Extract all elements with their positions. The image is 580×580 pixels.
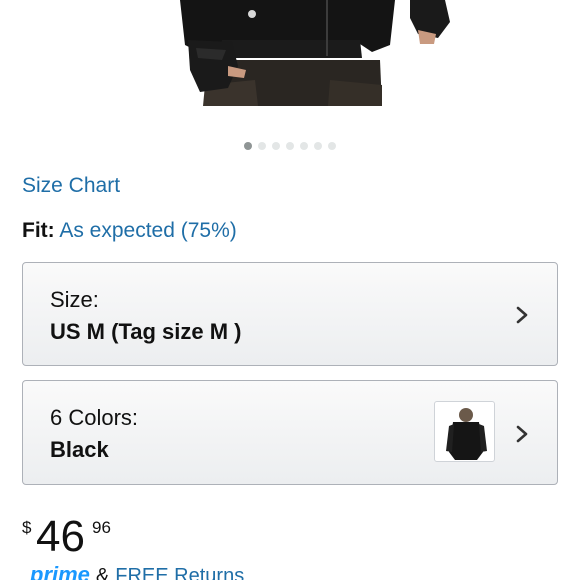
price-whole: 46 [36,512,85,561]
fit-label: Fit: [22,219,55,242]
carousel-dot[interactable] [328,142,336,150]
price-fraction: 96 [92,518,111,537]
price-currency: $ [22,518,32,537]
size-label: Size: [50,287,99,312]
color-value: Black [50,437,109,462]
color-selector[interactable]: 6 Colors: Black [22,380,558,485]
size-value: US M (Tag size M ) [50,319,242,344]
shipping-connector: & [95,565,110,580]
fit-value-link[interactable]: As expected (75%) [59,219,236,242]
size-chart-link[interactable]: Size Chart [22,174,120,198]
jacket-photo [180,0,450,106]
color-thumbnail[interactable] [434,401,495,462]
product-image[interactable] [0,0,580,106]
shipping-row: prime & FREE Returns [30,562,244,580]
carousel-dot[interactable] [258,142,266,150]
fit-info: Fit: As expected (75%) [22,219,237,243]
free-returns-link[interactable]: FREE Returns [115,565,244,580]
jacket-thumbnail-image [446,408,487,460]
chevron-right-icon [516,425,528,443]
carousel-dot[interactable] [314,142,322,150]
carousel-dot[interactable] [300,142,308,150]
color-label: 6 Colors: [50,405,139,430]
carousel-dot[interactable] [244,142,252,150]
chevron-right-icon [516,306,528,324]
carousel-dot[interactable] [286,142,294,150]
size-selector[interactable]: Size: US M (Tag size M ) [22,262,558,366]
carousel-dots[interactable] [0,142,580,150]
prime-logo: prime [30,562,90,580]
carousel-dot[interactable] [272,142,280,150]
